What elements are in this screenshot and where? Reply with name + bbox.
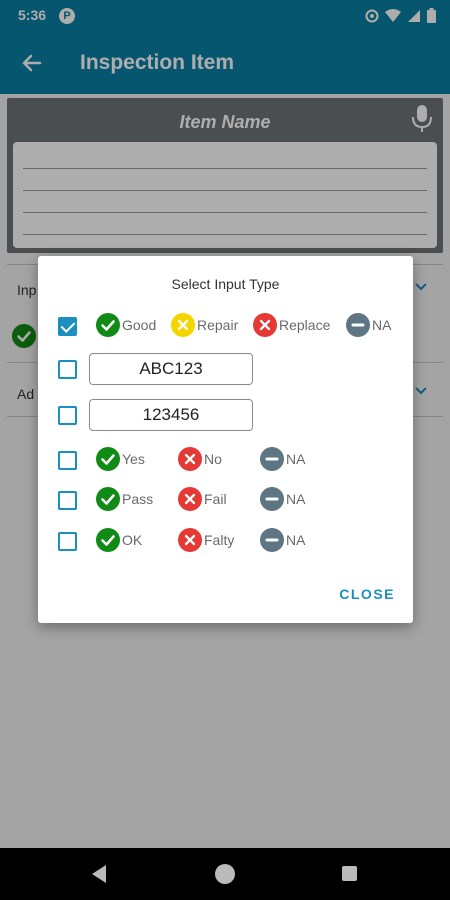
option-row-pass-fail[interactable]: Pass Fail NA: [38, 485, 413, 515]
choice-na: NA: [260, 447, 305, 471]
minus-icon: [260, 447, 284, 471]
check-icon: [96, 313, 120, 337]
option-row-yes-no[interactable]: Yes No NA: [38, 445, 413, 475]
choice-label: Falty: [204, 532, 235, 548]
choice-label: NA: [372, 317, 392, 333]
check-icon: [96, 447, 120, 471]
choice-label: Yes: [122, 451, 145, 467]
choice-label: Replace: [279, 317, 331, 333]
choice-label: NA: [286, 491, 306, 507]
nav-home-icon[interactable]: [215, 864, 235, 884]
choice-falty: Falty: [178, 528, 234, 552]
x-icon: [178, 487, 202, 511]
choice-ok: OK: [96, 528, 142, 552]
x-icon: [253, 313, 277, 337]
choice-label: OK: [122, 532, 143, 548]
dialog-title: Select Input Type: [171, 276, 280, 292]
choice-replace: Replace: [253, 313, 330, 337]
option-checkbox[interactable]: [58, 360, 77, 379]
x-icon: [178, 528, 202, 552]
choice-label: Good: [122, 317, 157, 333]
select-input-type-dialog: Select Input Type Good Repair Replace NA…: [38, 256, 413, 623]
choice-na: NA: [260, 528, 305, 552]
minus-icon: [346, 313, 370, 337]
option-row-ok-falty[interactable]: OK Falty NA: [38, 526, 413, 556]
option-checkbox[interactable]: [58, 317, 77, 336]
choice-na: NA: [260, 487, 305, 511]
choice-na: NA: [346, 313, 391, 337]
choice-yes: Yes: [96, 447, 145, 471]
x-icon: [178, 447, 202, 471]
minus-icon: [260, 528, 284, 552]
choice-label: NA: [286, 532, 306, 548]
option-checkbox[interactable]: [58, 406, 77, 425]
nav-back-icon[interactable]: [90, 864, 108, 884]
option-row-good-repair-replace[interactable]: Good Repair Replace NA: [38, 311, 413, 341]
choice-label: Repair: [197, 317, 239, 333]
check-icon: [96, 528, 120, 552]
choice-repair: Repair: [171, 313, 238, 337]
choice-label: Pass: [122, 491, 154, 507]
choice-fail: Fail: [178, 487, 227, 511]
system-nav-bar: [0, 848, 450, 900]
choice-label: Fail: [204, 491, 227, 507]
check-icon: [96, 487, 120, 511]
text-sample-field: ABC123: [89, 353, 253, 385]
choice-no: No: [178, 447, 222, 471]
choice-good: Good: [96, 313, 156, 337]
number-sample-field: 123456: [89, 399, 253, 431]
option-checkbox[interactable]: [58, 491, 77, 510]
choice-label: No: [204, 451, 222, 467]
option-checkbox[interactable]: [58, 451, 77, 470]
choice-label: NA: [286, 451, 306, 467]
option-row-text[interactable]: ABC123: [38, 353, 413, 386]
option-checkbox[interactable]: [58, 532, 77, 551]
minus-icon: [260, 487, 284, 511]
choice-pass: Pass: [96, 487, 153, 511]
nav-recents-icon[interactable]: [342, 866, 357, 881]
option-row-number[interactable]: 123456: [38, 399, 413, 432]
x-icon: [171, 313, 195, 337]
close-button[interactable]: CLOSE: [339, 586, 395, 602]
